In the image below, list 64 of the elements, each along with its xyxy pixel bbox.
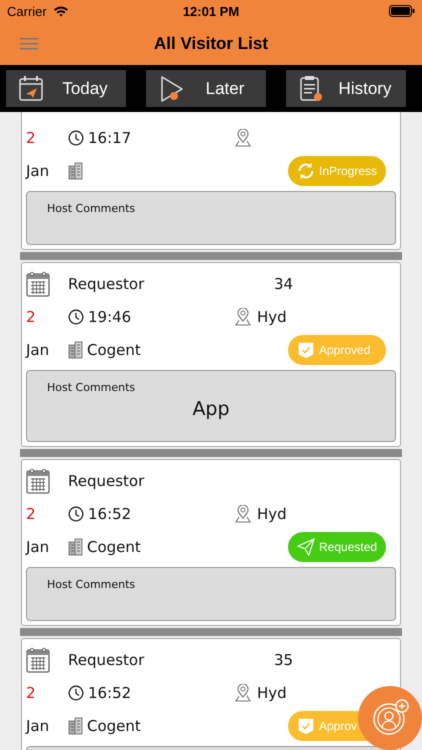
requestor-label: Requestor <box>68 472 146 490</box>
shield-check-icon <box>296 716 316 736</box>
building-icon <box>68 538 83 556</box>
requestor-label: Requestor <box>68 275 146 293</box>
location-text: Hyd <box>257 504 287 522</box>
status-badge: InProgress <box>288 156 386 186</box>
requestor-label: Requestor <box>68 651 146 669</box>
visit-time: 19:46 <box>88 308 132 326</box>
visit-time: 16:17 <box>88 128 132 146</box>
clock-icon <box>68 684 84 700</box>
building-icon <box>68 162 83 180</box>
clock-icon <box>68 130 84 146</box>
paper-plane-icon <box>296 537 316 557</box>
visitor-card[interactable]: 2 16:17 Jan InProgress Host Comments <box>21 112 401 250</box>
building-icon <box>68 341 83 359</box>
menu-icon <box>20 36 38 50</box>
visit-month: Jan <box>26 162 50 180</box>
company-name: Cogent <box>87 538 141 556</box>
comments-label: Host Comments <box>47 202 136 215</box>
visitor-count: 2 <box>26 504 37 522</box>
calendar-icon <box>18 74 44 102</box>
comments-label: Host Comments <box>47 578 136 591</box>
clock-icon <box>68 308 84 324</box>
visit-time: 16:52 <box>88 684 132 702</box>
visitor-count: 2 <box>26 308 37 326</box>
visitor-card[interactable]: Requestor 2 16:52 Hyd Jan Cogent Requested Host Comments <box>21 459 401 626</box>
calendar-icon <box>26 647 50 673</box>
company-name: Cogent <box>87 717 141 735</box>
status-badge: Requested <box>288 532 386 562</box>
carrier-name: Carrier <box>7 4 47 18</box>
location-pin-icon <box>234 684 252 702</box>
sync-icon <box>296 161 316 181</box>
visit-month: Jan <box>26 717 50 735</box>
calendar-icon <box>26 468 50 494</box>
location-pin-icon <box>234 308 252 326</box>
visitor-card[interactable]: Requestor 34 2 19:46 Hyd Jan Cogent Approved Host Comments App <box>21 262 401 447</box>
clock-time: 12:01 PM <box>182 4 240 18</box>
location-text: Hyd <box>257 684 287 702</box>
location-text: Hyd <box>257 308 287 326</box>
battery-icon <box>389 5 415 17</box>
visitor-count: 2 <box>26 684 37 702</box>
visit-month: Jan <box>26 341 50 359</box>
status-badge: Approved <box>288 335 386 365</box>
visitor-card[interactable]: Requestor 35 2 16:52 Hyd Jan Cogent Approv <box>21 638 401 750</box>
wifi-icon <box>52 5 69 17</box>
company-name: Cogent <box>87 341 141 359</box>
comment-text: App <box>192 398 230 420</box>
visitor-number: 35 <box>274 651 294 669</box>
building-icon <box>68 717 83 735</box>
location-pin-icon <box>234 504 252 522</box>
visitor-number: 34 <box>274 275 294 293</box>
visit-time: 16:52 <box>88 504 132 522</box>
comments-label: Host Comments <box>47 381 136 394</box>
visitor-count: 2 <box>26 128 37 146</box>
calendar-icon <box>26 271 50 297</box>
location-pin-icon <box>234 128 252 146</box>
clipboard-icon <box>298 74 324 102</box>
tab[interactable]: Today <box>6 70 126 107</box>
clock-icon <box>68 506 84 522</box>
tab[interactable]: History <box>286 70 406 107</box>
visit-month: Jan <box>26 538 50 556</box>
tab[interactable]: Later <box>146 70 266 107</box>
shield-check-icon <box>296 340 316 360</box>
screen-title: All Visitor List <box>154 34 268 54</box>
